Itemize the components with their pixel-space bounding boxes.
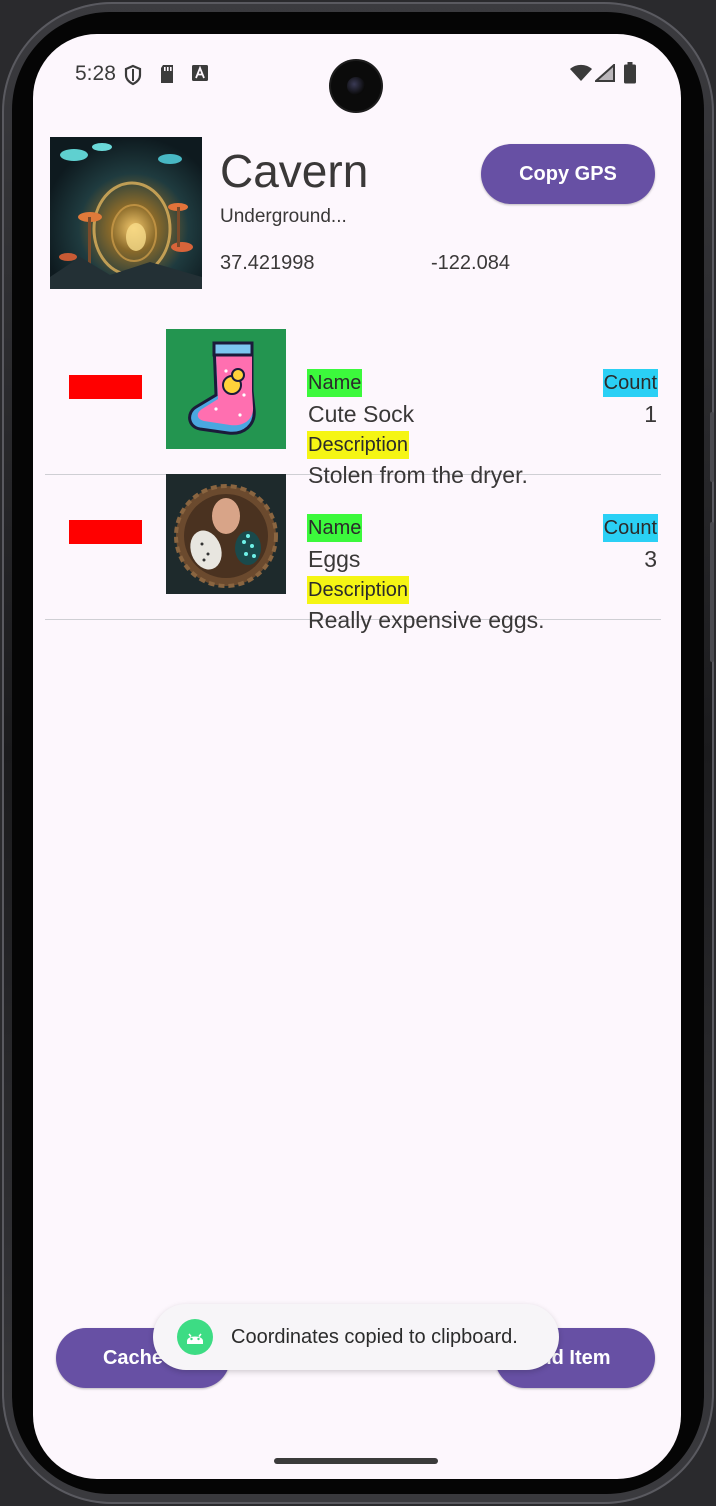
location-image [50, 137, 202, 289]
longitude-value: -122.084 [431, 252, 510, 274]
app-screen: 5:28 Cavern Underground... 37.421998 -12… [33, 34, 681, 1479]
delete-item-button[interactable] [69, 375, 142, 399]
name-label: Name [307, 369, 363, 397]
shield-icon [124, 64, 142, 86]
wifi-icon [570, 64, 592, 81]
copy-gps-button[interactable]: Copy GPS [481, 144, 655, 204]
list-item: Name Count Eggs 3 Description Really exp… [45, 474, 661, 633]
delete-item-button[interactable] [69, 520, 142, 544]
status-time: 5:28 [75, 62, 116, 85]
volume-button [710, 522, 714, 662]
home-indicator[interactable] [274, 1458, 438, 1464]
description-label: Description [307, 576, 410, 604]
eggs-image [166, 474, 286, 594]
location-description: Underground... [220, 206, 347, 227]
keyboard-a-icon [192, 65, 208, 81]
sock-image [166, 329, 286, 449]
item-count: 3 [644, 546, 657, 572]
list-item: Name Count Cute Sock 1 Description Stole… [45, 329, 661, 488]
front-camera [331, 61, 381, 111]
battery-icon [624, 62, 636, 84]
toast: Coordinates copied to clipboard. [153, 1304, 559, 1370]
name-label: Name [307, 514, 363, 542]
description-label: Description [307, 431, 410, 459]
item-count: 1 [644, 401, 657, 427]
location-title: Cavern [220, 145, 369, 197]
sd-card-icon [161, 65, 173, 83]
count-label: Count [602, 514, 658, 542]
item-name: Cute Sock [308, 401, 415, 427]
toast-message: Coordinates copied to clipboard. [231, 1325, 518, 1348]
cell-signal-icon [595, 64, 615, 82]
item-description: Really expensive eggs. [308, 607, 545, 633]
count-label: Count [602, 369, 658, 397]
power-button [710, 412, 714, 482]
latitude-value: 37.421998 [220, 252, 315, 274]
status-bar: 5:28 [33, 34, 681, 114]
android-icon [177, 1319, 213, 1355]
item-name: Eggs [308, 546, 361, 572]
